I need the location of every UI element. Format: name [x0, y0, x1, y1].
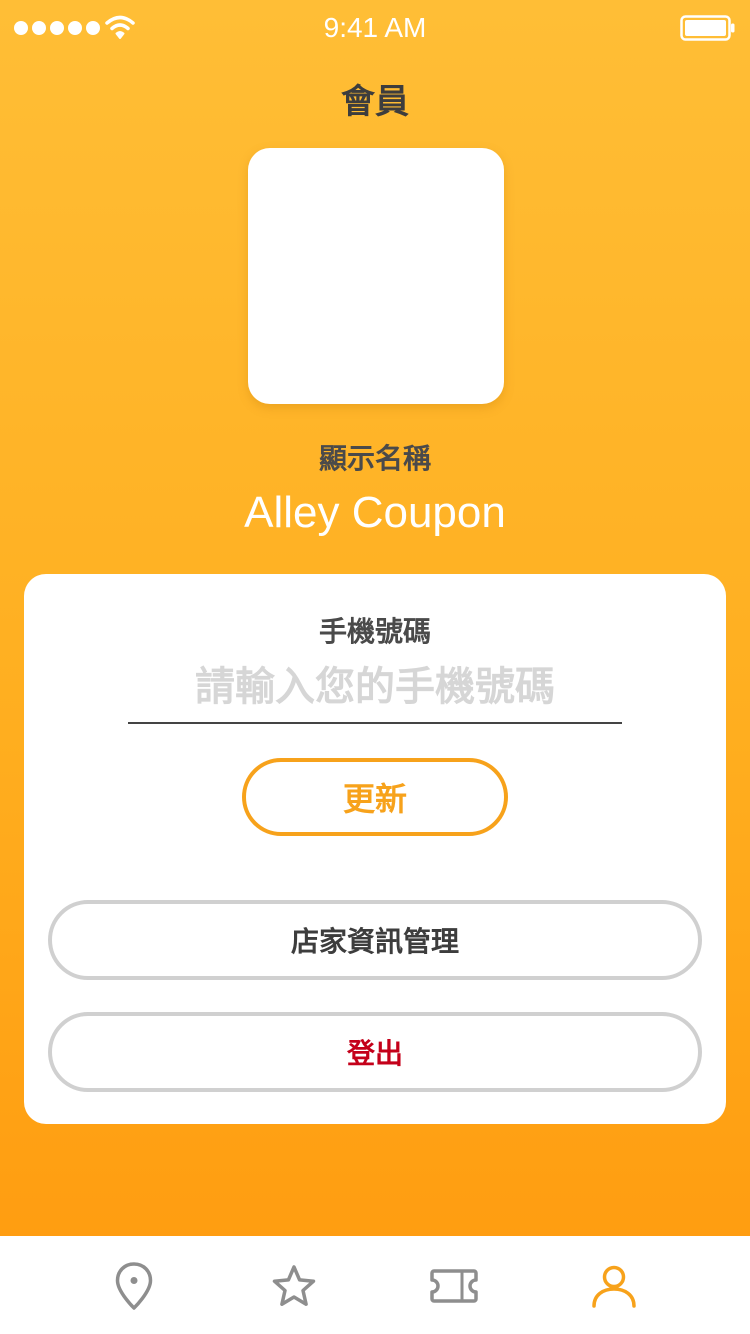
tab-map[interactable] [109, 1260, 159, 1312]
update-button[interactable]: 更新 [242, 758, 508, 836]
battery-icon [680, 15, 735, 41]
store-management-button[interactable]: 店家資訊管理 [48, 900, 702, 980]
phone-label: 手機號碼 [318, 615, 431, 648]
tab-bar [0, 1236, 750, 1334]
page-title: 會員 [341, 82, 409, 122]
ticket-icon [430, 1269, 478, 1303]
logout-button[interactable]: 登出 [48, 1012, 702, 1092]
status-time: 9:41 AM [323, 12, 427, 43]
status-bar: 9:41 AM [0, 0, 750, 56]
avatar[interactable] [248, 148, 504, 404]
display-name-label: 顯示名稱 [318, 442, 431, 475]
map-pin-icon [115, 1262, 153, 1310]
tab-favorites[interactable] [269, 1260, 319, 1312]
tab-coupons[interactable] [429, 1260, 479, 1312]
user-icon [592, 1265, 636, 1308]
tab-member[interactable] [589, 1260, 639, 1312]
profile-card: 手機號碼 更新 店家資訊管理 登出 [24, 574, 726, 1124]
member-screen: 9:41 AM 會員 顯示名稱 Alley Coupon 手機號碼 更新 店家資… [0, 0, 750, 1334]
star-icon [272, 1265, 316, 1306]
display-name-value: Alley Coupon [244, 488, 506, 537]
phone-input[interactable] [128, 652, 622, 724]
